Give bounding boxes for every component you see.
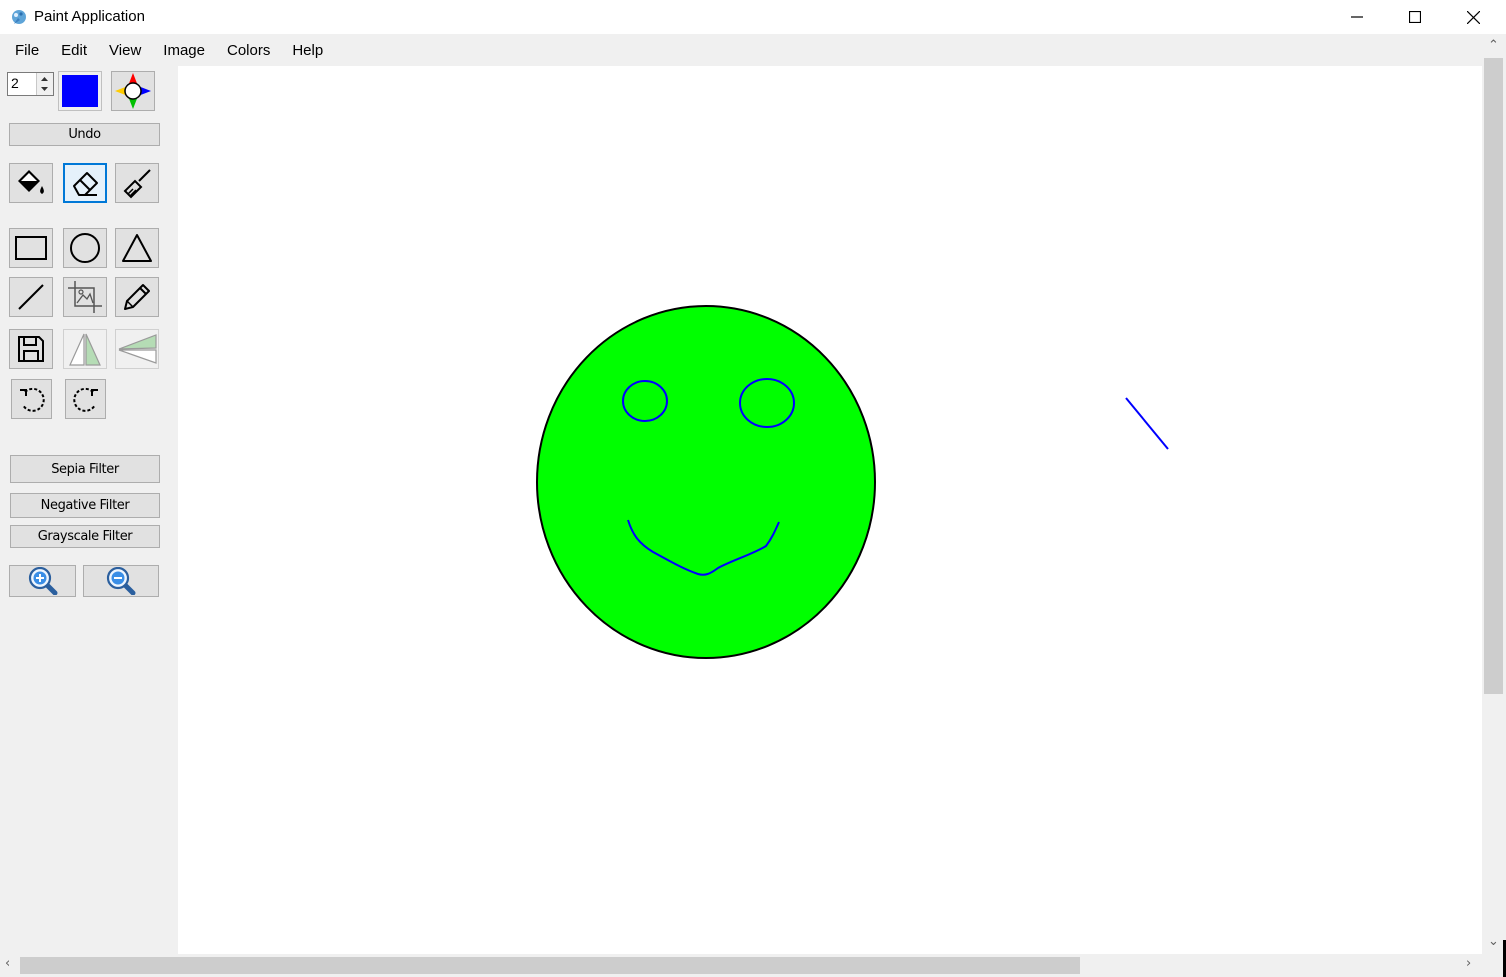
spin-down-icon[interactable] <box>37 84 52 95</box>
tool-panel: 2 Undo Sepia Filter Negative Filter Gray… <box>0 66 178 954</box>
spinner-arrows[interactable] <box>36 73 53 95</box>
flip-horizontal-button[interactable] <box>63 329 107 369</box>
triangle-icon <box>122 234 152 262</box>
ellipse-icon <box>70 233 100 263</box>
brush-icon <box>123 169 151 199</box>
color-swatch-fill <box>62 75 98 107</box>
spin-up-icon[interactable] <box>37 73 52 84</box>
scroll-down-icon[interactable]: ⌄ <box>1488 934 1499 949</box>
brush-size-value: 2 <box>11 75 19 91</box>
close-button[interactable] <box>1444 0 1502 34</box>
rotate-right-button[interactable] <box>65 379 106 419</box>
close-icon <box>1466 10 1480 24</box>
menu-file[interactable]: File <box>5 42 48 59</box>
color-wheel-icon <box>115 73 151 109</box>
color-picker-button[interactable] <box>111 71 155 111</box>
scroll-right-icon[interactable]: › <box>1466 956 1471 971</box>
save-button[interactable] <box>9 329 53 369</box>
negative-filter-button[interactable]: Negative Filter <box>10 493 160 518</box>
menu-colors[interactable]: Colors <box>217 42 279 59</box>
menu-bar: File Edit View Image Colors Help <box>0 34 1482 66</box>
maximize-button[interactable] <box>1386 0 1444 34</box>
rectangle-icon <box>15 236 47 260</box>
fill-bucket-icon <box>18 170 44 194</box>
face-circle <box>536 305 876 659</box>
maximize-icon <box>1409 11 1421 23</box>
zoom-in-button[interactable] <box>9 565 76 597</box>
flip-vertical-icon <box>118 334 157 364</box>
title-bar: Paint Application <box>0 0 1506 34</box>
brush-tool[interactable] <box>115 163 159 203</box>
paint-app-icon <box>12 10 26 24</box>
vertical-scroll-thumb[interactable] <box>1484 58 1503 694</box>
zoom-out-icon <box>106 567 136 595</box>
grayscale-filter-button[interactable]: Grayscale Filter <box>10 525 160 548</box>
minimize-button[interactable] <box>1328 0 1386 34</box>
minimize-icon <box>1351 16 1363 18</box>
horizontal-scroll-thumb[interactable] <box>20 957 1080 974</box>
menu-image[interactable]: Image <box>153 42 214 59</box>
current-color-swatch[interactable] <box>58 71 102 111</box>
line-tool[interactable] <box>9 277 53 317</box>
crop-image-tool[interactable] <box>63 277 107 317</box>
menu-help[interactable]: Help <box>282 42 332 59</box>
sepia-filter-button[interactable]: Sepia Filter <box>10 455 160 483</box>
crop-image-icon <box>68 281 102 313</box>
rotate-right-icon <box>72 387 98 412</box>
scroll-up-icon[interactable]: ⌃ <box>1488 38 1499 53</box>
flip-horizontal-icon <box>69 333 101 366</box>
rotate-left-button[interactable] <box>11 379 52 419</box>
fill-bucket-tool[interactable] <box>9 163 53 203</box>
rectangle-tool[interactable] <box>9 228 53 268</box>
pencil-tool[interactable] <box>115 277 159 317</box>
vertical-scrollbar[interactable]: ⌃ ⌄ <box>1482 34 1506 954</box>
brush-size-spinner[interactable]: 2 <box>7 72 54 96</box>
canvas-drawing <box>536 305 1169 659</box>
ellipse-tool[interactable] <box>63 228 107 268</box>
flip-vertical-button[interactable] <box>115 329 159 369</box>
stray-line-stroke <box>1125 397 1169 450</box>
undo-button[interactable]: Undo <box>9 123 160 146</box>
horizontal-scrollbar[interactable]: ‹ › <box>0 954 1482 977</box>
window-title: Paint Application <box>34 8 145 25</box>
scroll-left-icon[interactable]: ‹ <box>5 956 10 971</box>
triangle-tool[interactable] <box>115 228 159 268</box>
rotate-left-icon <box>19 387 45 412</box>
eraser-tool[interactable] <box>63 163 107 203</box>
pencil-icon <box>124 284 150 310</box>
menu-view[interactable]: View <box>99 42 150 59</box>
zoom-out-button[interactable] <box>83 565 159 597</box>
drawing-canvas[interactable] <box>178 66 1482 954</box>
menu-edit[interactable]: Edit <box>51 42 96 59</box>
eraser-icon <box>73 172 98 196</box>
line-icon <box>18 284 44 310</box>
zoom-in-icon <box>28 567 57 595</box>
save-icon <box>18 336 44 362</box>
